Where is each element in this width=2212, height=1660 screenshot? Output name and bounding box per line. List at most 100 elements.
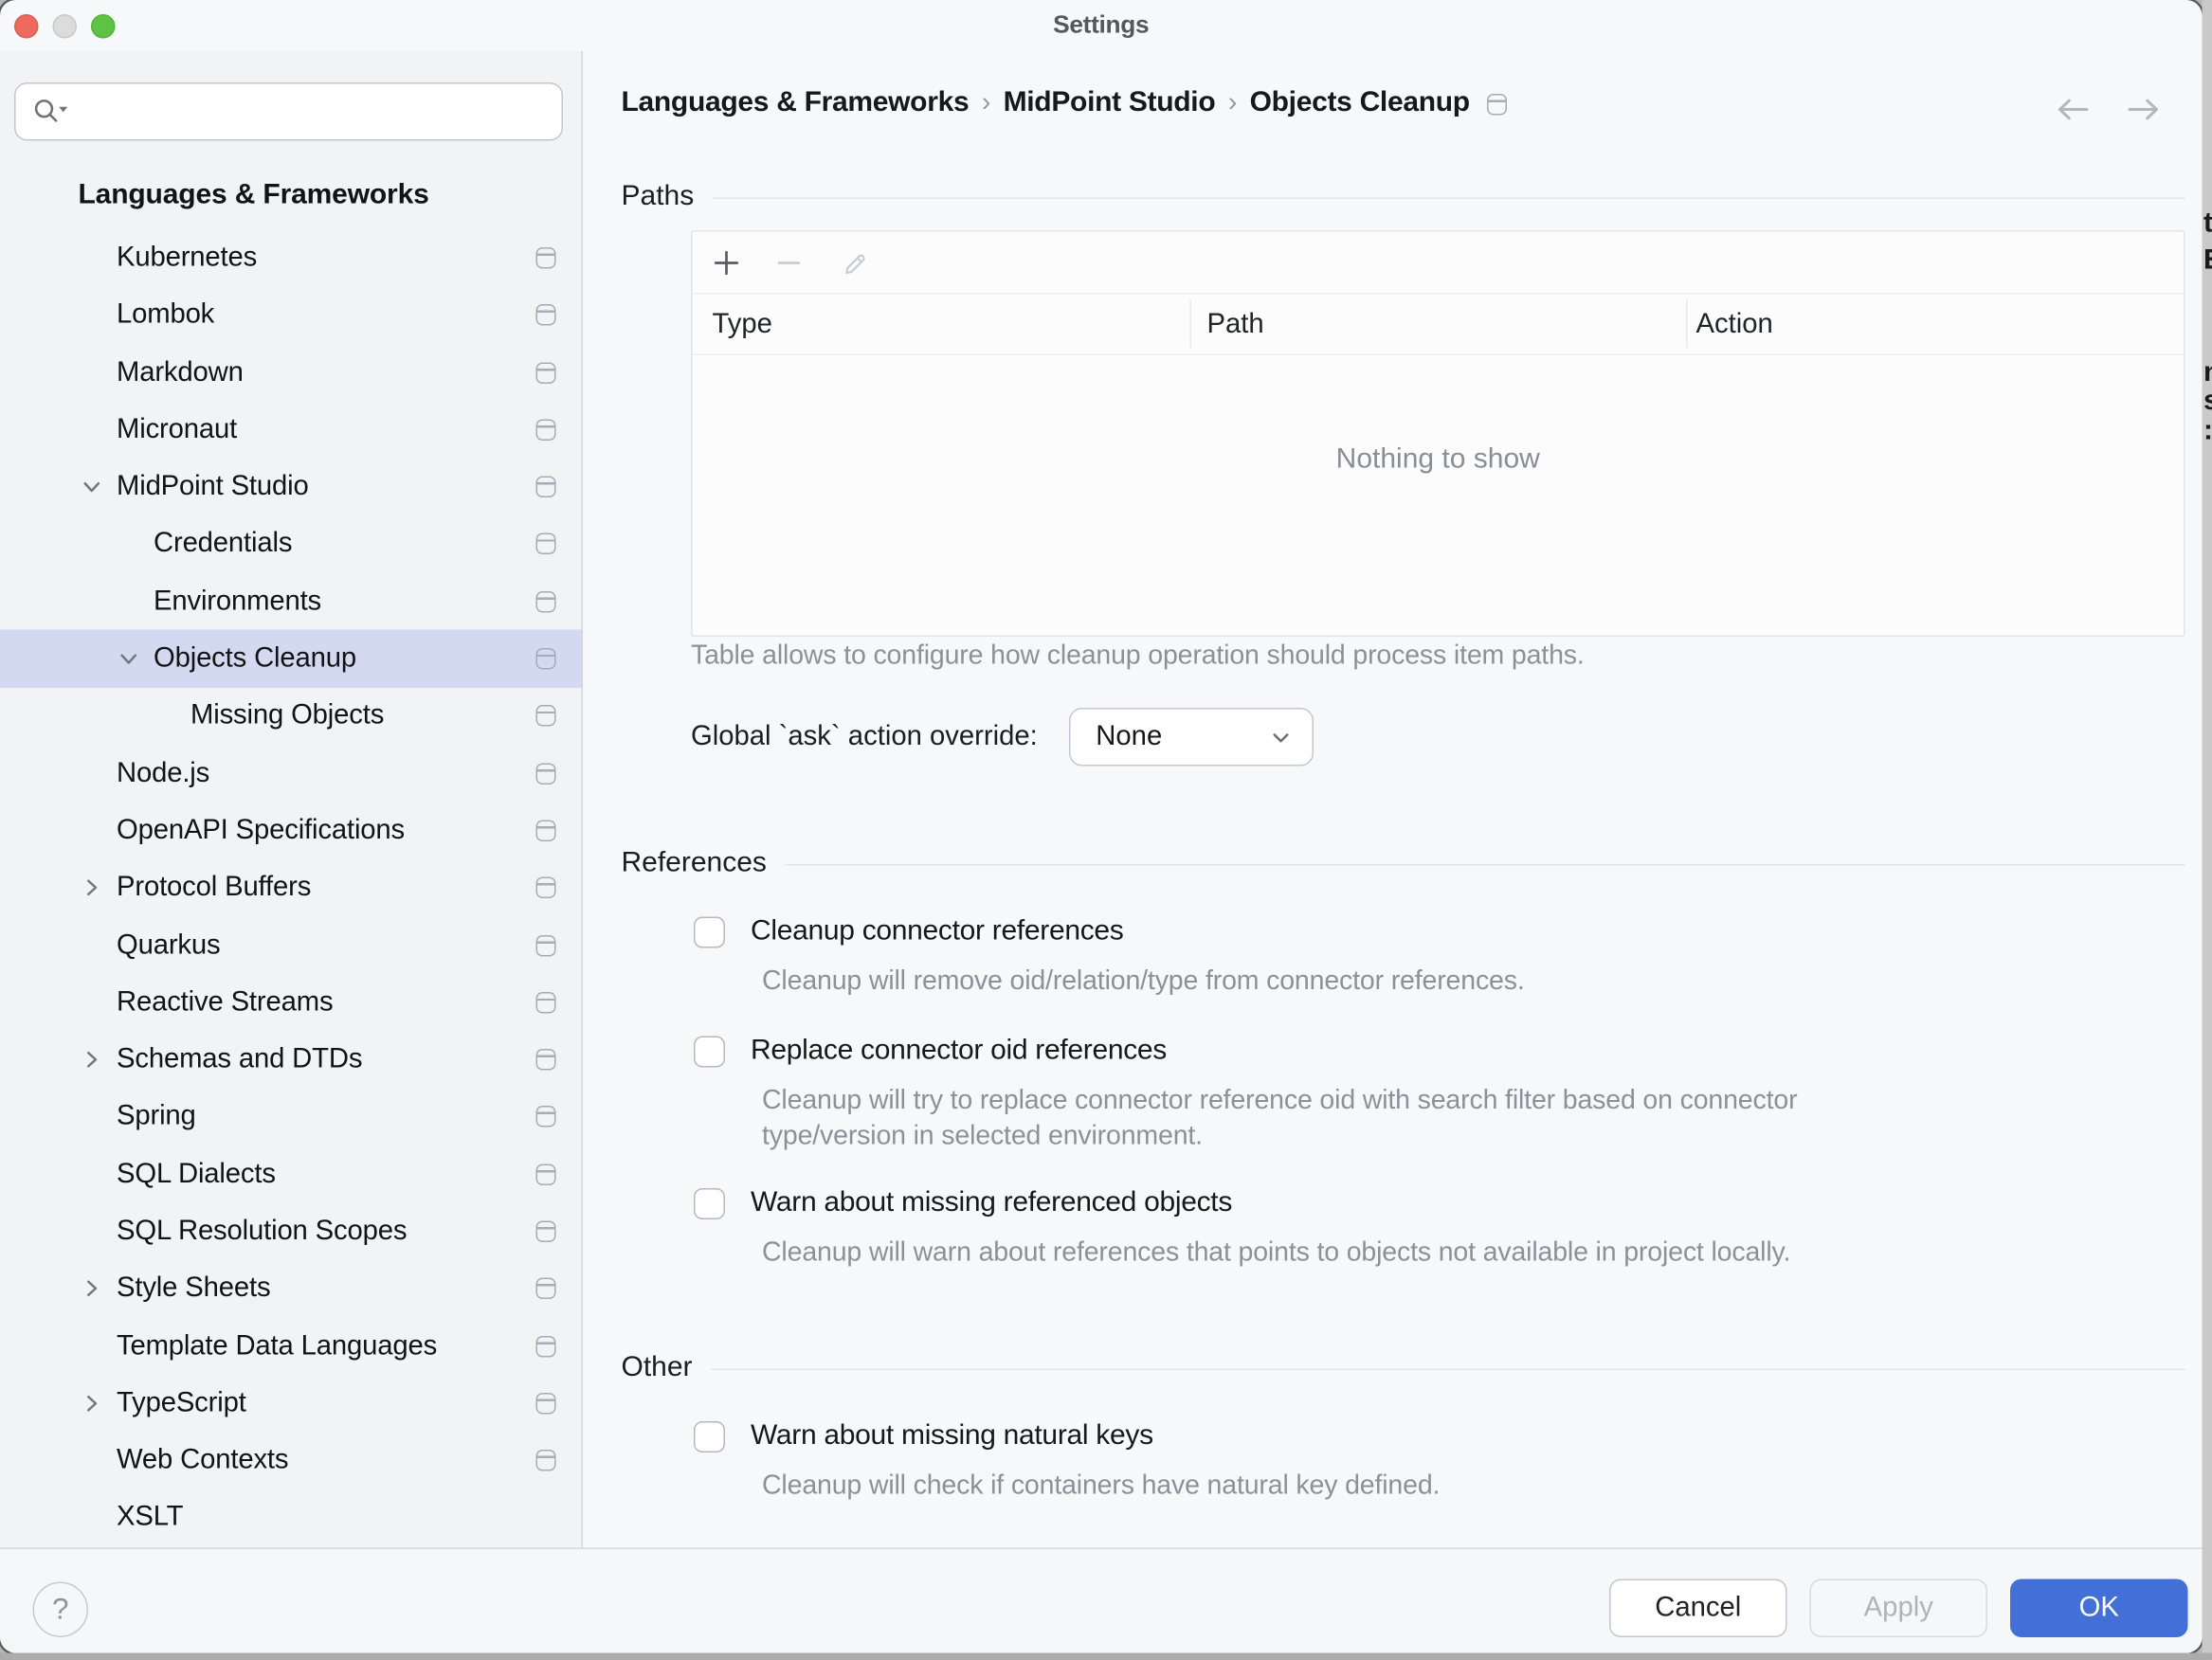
- option-label[interactable]: Cleanup connector references: [751, 915, 1124, 948]
- checkbox-warn-about-missing-referenced-objects[interactable]: [694, 1187, 725, 1218]
- section-other-title: Other: [622, 1352, 693, 1385]
- settings-sync-icon: [536, 992, 556, 1014]
- settings-sync-icon: [536, 1049, 556, 1071]
- search-icon: [33, 97, 72, 127]
- option-label[interactable]: Replace connector oid references: [751, 1035, 1167, 1068]
- sidebar-item-kubernetes[interactable]: Kubernetes: [0, 229, 582, 286]
- cancel-button[interactable]: Cancel: [1609, 1579, 1787, 1638]
- sidebar-item-protocol-buffers[interactable]: Protocol Buffers: [0, 859, 582, 916]
- column-header-type: Type: [713, 295, 772, 354]
- sidebar-item-label: XSLT: [117, 1502, 183, 1535]
- settings-sync-icon: [536, 591, 556, 613]
- sidebar-item-template-data-languages[interactable]: Template Data Languages: [0, 1317, 582, 1374]
- paths-table-header: TypePathAction: [693, 295, 2185, 356]
- chevron-right-icon[interactable]: [80, 1392, 102, 1415]
- breadcrumb-midpoint-studio[interactable]: MidPoint Studio: [1004, 87, 1216, 120]
- checkbox-replace-connector-oid-references[interactable]: [694, 1036, 725, 1067]
- option-warn-about-missing-referenced-objects: Warn about missing referenced objects Cle…: [694, 1187, 1790, 1272]
- search-input[interactable]: [80, 95, 562, 129]
- option-description: Cleanup will warn about references that …: [762, 1236, 1790, 1272]
- settings-sync-icon: [536, 477, 556, 498]
- settings-window: Settings Languages & FrameworksKubernete…: [0, 0, 2203, 1653]
- sidebar-item-label: TypeScript: [117, 1387, 246, 1420]
- checkbox-cleanup-connector-references[interactable]: [694, 916, 725, 947]
- sidebar-item-reactive-streams[interactable]: Reactive Streams: [0, 974, 582, 1031]
- sidebar-item-objects-cleanup[interactable]: Objects Cleanup: [0, 630, 582, 687]
- window-title: Settings: [0, 10, 2203, 41]
- sidebar-item-missing-objects[interactable]: Missing Objects: [0, 688, 582, 745]
- settings-sync-icon: [536, 820, 556, 841]
- override-select[interactable]: None: [1069, 708, 1314, 767]
- forward-arrow-icon[interactable]: [2126, 97, 2163, 130]
- sidebar-item-label: Markdown: [117, 356, 244, 389]
- paths-table-body[interactable]: Nothing to show: [693, 355, 2185, 637]
- help-button[interactable]: ?: [33, 1582, 89, 1638]
- screen: Settings Languages & FrameworksKubernete…: [0, 0, 2212, 1660]
- edit-icon[interactable]: [825, 232, 887, 294]
- add-icon[interactable]: [696, 232, 758, 294]
- history-nav: [2055, 97, 2163, 130]
- search-field[interactable]: [14, 82, 563, 141]
- sidebar-item-quarkus[interactable]: Quarkus: [0, 916, 582, 973]
- sidebar-item-label: SQL Dialects: [117, 1158, 276, 1191]
- remove-icon[interactable]: [758, 232, 821, 294]
- chevron-right-icon[interactable]: [80, 1048, 102, 1071]
- settings-sync-icon: [536, 1450, 556, 1471]
- apply-button: Apply: [1810, 1579, 1988, 1638]
- sidebar-item-openapi-specifications[interactable]: OpenAPI Specifications: [0, 802, 582, 858]
- sidebar-item-environments[interactable]: Environments: [0, 573, 582, 630]
- checkbox-warn-about-missing-natural-keys[interactable]: [694, 1420, 725, 1452]
- sidebar-item-credentials[interactable]: Credentials: [0, 515, 582, 572]
- settings-sync-icon: [536, 304, 556, 326]
- settings-sync-icon: [536, 1220, 556, 1242]
- column-header-path: Path: [1207, 295, 1264, 354]
- sidebar-group-languages-frameworks[interactable]: Languages & Frameworks: [0, 167, 582, 224]
- sidebar-item-lombok[interactable]: Lombok: [0, 286, 582, 343]
- settings-sync-icon: [536, 1107, 556, 1128]
- sidebar-item-node-js[interactable]: Node.js: [0, 745, 582, 802]
- sidebar-item-xslt[interactable]: XSLT: [0, 1489, 582, 1546]
- sidebar-item-label: Missing Objects: [190, 699, 384, 732]
- chevron-right-icon[interactable]: [80, 876, 102, 899]
- background-screen-sliver: tEns:: [2203, 0, 2212, 1653]
- chevron-down-icon[interactable]: [80, 476, 102, 498]
- section-references-title: References: [622, 847, 767, 880]
- sidebar-item-label: Spring: [117, 1101, 196, 1134]
- table-empty-text: Nothing to show: [693, 443, 2185, 477]
- settings-sync-icon: [536, 1278, 556, 1300]
- sidebar-item-style-sheets[interactable]: Style Sheets: [0, 1260, 582, 1317]
- section-rule: [713, 198, 2185, 200]
- sidebar-item-web-contexts[interactable]: Web Contexts: [0, 1432, 582, 1489]
- chevron-right-icon[interactable]: [80, 1277, 102, 1300]
- edge-text-fragment: n: [2203, 358, 2212, 387]
- settings-sync-icon: [536, 705, 556, 727]
- sidebar-item-schemas-and-dtds[interactable]: Schemas and DTDs: [0, 1031, 582, 1088]
- sidebar-item-spring[interactable]: Spring: [0, 1089, 582, 1146]
- sidebar-item-typescript[interactable]: TypeScript: [0, 1375, 582, 1432]
- settings-tree: Languages & FrameworksKubernetesLombok Ma…: [0, 167, 582, 1547]
- section-references: References: [622, 847, 2185, 880]
- breadcrumb-objects-cleanup[interactable]: Objects Cleanup: [1250, 87, 1470, 120]
- sidebar-item-label: MidPoint Studio: [117, 471, 309, 504]
- sidebar-item-midpoint-studio[interactable]: MidPoint Studio: [0, 459, 582, 515]
- ok-button[interactable]: OK: [2010, 1579, 2188, 1638]
- settings-sync-icon: [536, 934, 556, 956]
- option-label[interactable]: Warn about missing natural keys: [751, 1420, 1153, 1453]
- edge-text-fragment: t: [2203, 209, 2212, 238]
- sidebar-item-label: Quarkus: [117, 929, 221, 962]
- section-paths: Paths: [622, 181, 2185, 214]
- column-separator: [1686, 300, 1688, 349]
- sidebar-item-label: Schemas and DTDs: [117, 1043, 362, 1076]
- sidebar-item-sql-resolution-scopes[interactable]: SQL Resolution Scopes: [0, 1203, 582, 1260]
- back-arrow-icon[interactable]: [2055, 97, 2092, 130]
- chevron-down-icon[interactable]: [117, 647, 139, 670]
- breadcrumb-languages-frameworks[interactable]: Languages & Frameworks: [622, 87, 970, 120]
- sidebar-item-markdown[interactable]: Markdown: [0, 344, 582, 401]
- sidebar-item-label: Micronaut: [117, 413, 237, 446]
- footer-buttons: Cancel Apply OK: [1609, 1579, 2188, 1638]
- sidebar-item-sql-dialects[interactable]: SQL Dialects: [0, 1146, 582, 1202]
- sidebar-item-micronaut[interactable]: Micronaut: [0, 401, 582, 458]
- sidebar-item-label: Web Contexts: [117, 1444, 288, 1477]
- paths-table-caption: Table allows to configure how cleanup op…: [691, 641, 1585, 673]
- option-label[interactable]: Warn about missing referenced objects: [751, 1187, 1232, 1220]
